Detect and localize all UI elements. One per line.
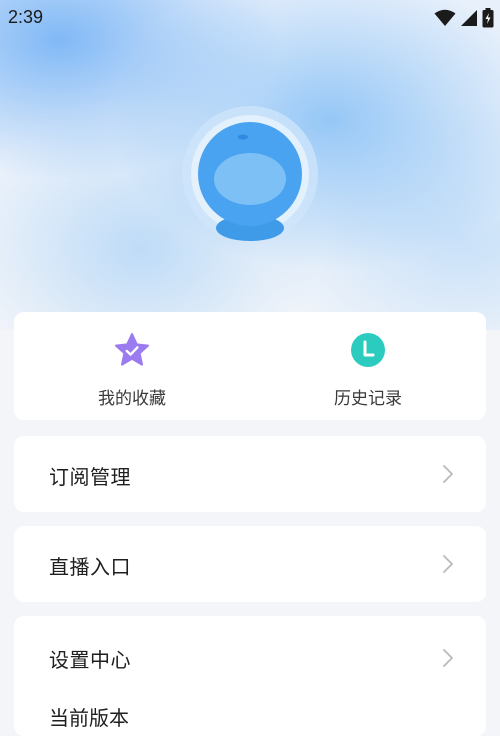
- history-clock-icon: [351, 333, 385, 367]
- signal-icon: [461, 10, 477, 26]
- battery-icon: [482, 8, 494, 28]
- history-label: 历史记录: [334, 389, 402, 409]
- live-entry-row[interactable]: 直播入口: [14, 526, 486, 602]
- live-entry-label: 直播入口: [49, 555, 131, 579]
- quick-actions-card: 我的收藏 历史记录: [14, 312, 486, 420]
- favorites-button[interactable]: 我的收藏: [14, 312, 250, 420]
- history-button[interactable]: 历史记录: [250, 312, 486, 420]
- chevron-right-icon: [443, 649, 453, 667]
- avatar[interactable]: [180, 104, 320, 244]
- subscription-management-label: 订阅管理: [49, 465, 131, 489]
- settings-center-label[interactable]: 设置中心: [49, 644, 131, 673]
- status-bar: 2:39: [0, 0, 500, 36]
- robot-avatar-icon: [182, 106, 318, 242]
- status-time: 2:39: [8, 7, 44, 27]
- chevron-right-icon: [443, 555, 453, 573]
- wifi-icon: [434, 9, 456, 26]
- settings-card: 设置中心 当前版本: [14, 616, 486, 736]
- favorite-star-icon: [115, 333, 149, 366]
- favorites-label: 我的收藏: [98, 389, 166, 409]
- subscription-management-row[interactable]: 订阅管理: [14, 436, 486, 512]
- status-icons: [434, 8, 494, 28]
- current-version-label[interactable]: 当前版本: [49, 702, 129, 731]
- chevron-right-icon: [443, 465, 453, 483]
